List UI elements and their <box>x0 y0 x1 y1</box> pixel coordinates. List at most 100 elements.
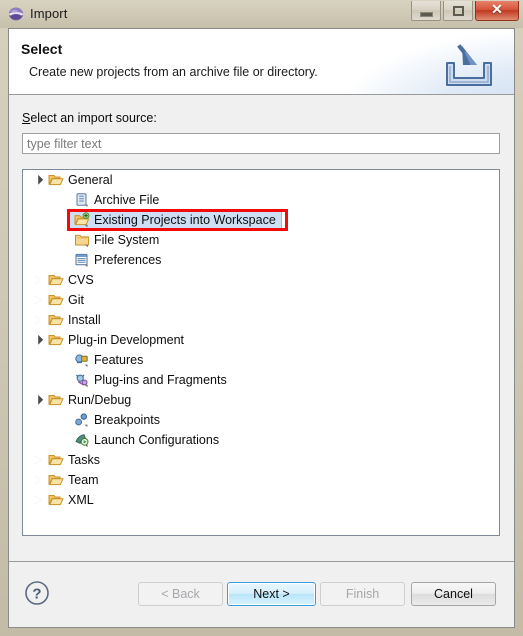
tree-item-label: Preferences <box>94 253 162 267</box>
tree-item-label: General <box>68 173 113 187</box>
tree-item-general[interactable]: General <box>23 170 499 190</box>
finish-button[interactable]: Finish <box>320 582 405 606</box>
help-question-icon[interactable]: ? <box>24 580 50 606</box>
tree-item-label: Breakpoints <box>94 413 161 427</box>
twisty-triangle <box>33 174 44 185</box>
tree-item-label: Launch Configurations <box>94 433 220 447</box>
chevron-right-icon[interactable] <box>31 290 44 310</box>
cancel-button[interactable]: Cancel <box>411 582 496 606</box>
tree-item-label: Git <box>68 293 84 307</box>
svg-text:?: ? <box>32 586 41 603</box>
page-title: Select <box>21 41 63 57</box>
tree-item-label: Plug-in Development <box>68 333 185 347</box>
import-wizard-icon <box>439 43 499 91</box>
wizard-body: Select an import source: General Archive … <box>9 95 514 561</box>
import-source-label-rest: elect an import source: <box>30 111 157 125</box>
tree-item-label: Features <box>94 353 144 367</box>
next-button-label: Next > <box>253 587 290 601</box>
twisty-triangle <box>34 296 41 304</box>
folder-open-icon <box>47 332 64 348</box>
twisty-triangle <box>34 316 41 324</box>
chevron-right-icon[interactable] <box>31 270 44 290</box>
tree-item-label: Existing Projects into Workspace <box>94 213 276 227</box>
launch-config-icon <box>73 432 90 448</box>
tree-item-preferences[interactable]: Preferences <box>23 250 499 270</box>
tree-item-label: CVS <box>68 273 94 287</box>
tree-item-launch-configurations[interactable]: Launch Configurations <box>23 430 499 450</box>
folder-open-icon <box>47 452 64 468</box>
tree-item-label: Run/Debug <box>68 393 132 407</box>
back-button[interactable]: < Back <box>138 582 223 606</box>
twisty-triangle <box>34 276 41 284</box>
dialog-client-area: Select Create new projects from an archi… <box>8 28 515 628</box>
plugin-icon <box>73 372 90 388</box>
minimize-button[interactable] <box>411 1 441 21</box>
file-system-icon <box>73 232 90 248</box>
maximize-button[interactable] <box>443 1 473 21</box>
tree-item-label: Tasks <box>68 453 100 467</box>
tree-item-label: Plug-ins and Fragments <box>94 373 227 387</box>
cancel-button-label: Cancel <box>434 587 473 601</box>
page-description: Create new projects from an archive file… <box>29 65 318 79</box>
filter-text-input[interactable] <box>22 133 500 154</box>
folder-open-icon <box>47 492 64 508</box>
chevron-right-icon[interactable] <box>31 470 44 490</box>
dialog-footer: ? < Back Next > Finish Cancel <box>9 561 514 627</box>
twisty-triangle <box>34 476 41 484</box>
tree-item-breakpoints[interactable]: Breakpoints <box>23 410 499 430</box>
tree-item-cvs[interactable]: CVS <box>23 270 499 290</box>
tree-item-label: Archive File <box>94 193 160 207</box>
folder-open-icon <box>47 392 64 408</box>
chevron-right-icon[interactable] <box>31 450 44 470</box>
breakpoint-icon <box>73 412 90 428</box>
archive-file-icon <box>73 192 90 208</box>
import-source-tree[interactable]: General Archive File Existing Projects int… <box>23 170 499 535</box>
twisty-triangle <box>34 496 41 504</box>
import-source-tree-panel[interactable]: General Archive File Existing Projects int… <box>22 169 500 536</box>
folder-open-icon <box>47 172 64 188</box>
project-import-icon <box>73 212 90 228</box>
tree-item-tasks[interactable]: Tasks <box>23 450 499 470</box>
maximize-icon <box>452 5 464 16</box>
preferences-icon <box>73 252 90 268</box>
chevron-right-icon[interactable] <box>31 310 44 330</box>
finish-button-label: Finish <box>345 587 380 601</box>
wizard-header: Select Create new projects from an archi… <box>9 29 514 95</box>
tree-item-label: Team <box>68 473 99 487</box>
chevron-down-icon[interactable] <box>31 330 44 350</box>
tree-item-features[interactable]: Features <box>23 350 499 370</box>
next-button[interactable]: Next > <box>227 582 316 606</box>
tree-item-team[interactable]: Team <box>23 470 499 490</box>
chevron-down-icon[interactable] <box>31 390 44 410</box>
tree-item-xml[interactable]: XML <box>23 490 499 510</box>
twisty-triangle <box>33 394 44 405</box>
close-icon: ✕ <box>491 2 503 18</box>
twisty-triangle <box>33 334 44 345</box>
folder-open-icon <box>47 312 64 328</box>
import-dialog-window: Import ✕ Select Create new projects from… <box>0 0 523 636</box>
eclipse-sphere-icon <box>8 6 24 22</box>
folder-open-icon <box>47 472 64 488</box>
tree-item-run-debug[interactable]: Run/Debug <box>23 390 499 410</box>
back-button-label: < Back <box>161 587 200 601</box>
import-source-label: Select an import source: <box>22 111 157 125</box>
chevron-down-icon[interactable] <box>31 170 44 190</box>
tree-item-git[interactable]: Git <box>23 290 499 310</box>
tree-item-existing-projects-into-workspace[interactable]: Existing Projects into Workspace <box>23 210 499 230</box>
tree-item-plug-in-development[interactable]: Plug-in Development <box>23 330 499 350</box>
tree-item-label: Install <box>68 313 101 327</box>
title-bar[interactable]: Import ✕ <box>0 0 523 28</box>
folder-open-icon <box>47 292 64 308</box>
twisty-triangle <box>34 456 41 464</box>
feature-icon <box>73 352 90 368</box>
minimize-icon <box>419 11 433 17</box>
tree-item-archive-file[interactable]: Archive File <box>23 190 499 210</box>
tree-item-label: XML <box>68 493 94 507</box>
window-title: Import <box>30 6 68 21</box>
tree-item-label: File System <box>94 233 160 247</box>
tree-item-plug-ins-and-fragments[interactable]: Plug-ins and Fragments <box>23 370 499 390</box>
chevron-right-icon[interactable] <box>31 490 44 510</box>
close-button[interactable]: ✕ <box>475 1 519 21</box>
tree-item-file-system[interactable]: File System <box>23 230 499 250</box>
tree-item-install[interactable]: Install <box>23 310 499 330</box>
